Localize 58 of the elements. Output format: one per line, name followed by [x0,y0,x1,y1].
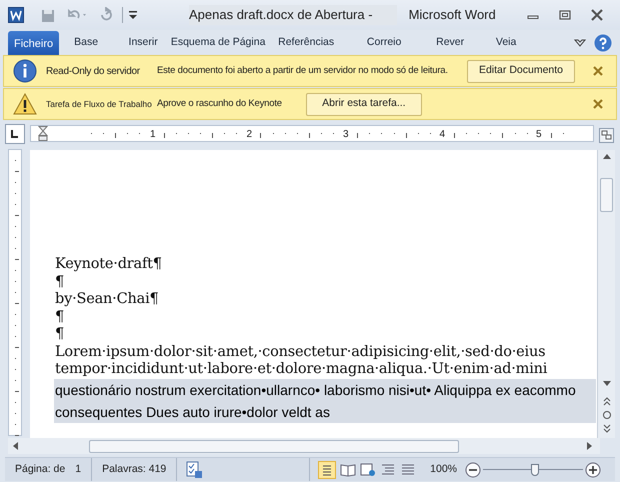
outline-view-icon[interactable] [380,462,396,476]
info-icon [13,59,37,83]
ribbon-tab[interactable]: Esquema de Página [173,31,264,55]
close-icon[interactable] [593,99,603,109]
tab-stop-icon[interactable] [5,124,25,144]
text-line: ¶ [55,274,64,291]
word-count[interactable]: Palavras: 419 [92,458,178,481]
scroll-right-icon[interactable] [586,441,594,451]
horizontal-scrollbar[interactable] [8,438,600,454]
page-number: 1 [75,462,82,477]
zoom-in-icon[interactable] [585,462,601,478]
previous-page-icon[interactable] [602,396,612,406]
window-title: Apenas draft.docx de Abertura - [189,5,397,25]
scroll-thumb[interactable] [600,178,613,212]
draft-view-icon[interactable] [400,462,416,476]
web-layout-icon[interactable] [360,462,376,476]
text-line: tempor·incididunt·ut·labore·et·dolore·magna·aliqua.·Ut·enim·ad·mini [55,361,548,378]
message-button[interactable]: Editar Documento [467,60,575,82]
warning-icon [13,93,37,115]
message-title: Read-Only do servidor [46,64,141,78]
message-title: Tarefa de Fluxo de Trabalho [46,98,153,110]
scroll-down-icon[interactable] [602,380,612,388]
text-line: ¶ [55,308,64,326]
ribbon-tab[interactable]: Rever [419,31,482,55]
slider-thumb[interactable] [531,464,539,476]
app-name: Microsoft Word [408,6,496,24]
reading-view-icon[interactable] [340,462,356,476]
zoom-slider[interactable] [483,464,583,476]
close-icon[interactable] [593,66,603,76]
zoom-level[interactable]: 100% [430,462,457,478]
text-line: Keynote·draft¶ [55,256,162,274]
scroll-thumb[interactable] [89,440,459,452]
proofing-icon[interactable] [185,460,204,478]
ribbon-tab[interactable]: Correio [349,31,420,55]
help-icon[interactable] [594,34,612,52]
indent-marker-icon[interactable] [38,126,48,141]
message-text: Aprove o rascunho do Keynote [157,96,282,111]
text-line: by·Sean·Chai¶ [55,291,159,308]
text-line: ¶ [55,326,64,344]
close-icon[interactable] [590,9,604,21]
message-button[interactable]: Abrir esta tarefa... [306,92,422,116]
ribbon-tab[interactable]: Veia [481,31,532,55]
vertical-scrollbar[interactable] [597,150,615,438]
page-label: Página: de [15,462,66,477]
customize-menu-icon[interactable] [122,7,139,23]
browse-object-icon[interactable] [602,410,612,420]
app-icon[interactable] [8,7,24,23]
next-page-icon[interactable] [602,424,612,434]
print-layout-icon[interactable] [318,460,336,478]
scroll-up-icon[interactable] [602,152,612,160]
scroll-left-icon[interactable] [11,441,19,451]
collapse-ribbon-icon[interactable] [574,38,586,48]
ribbon-tab[interactable]: Base [59,31,114,55]
text-line: Lorem·ipsum·dolor·sit·amet,·consectetur·adipisicing·elit,·sed·do·eius [55,344,546,361]
file-tab[interactable]: Ficheiro [8,31,60,55]
zoom-out-icon[interactable] [465,462,481,478]
message-text: Este documento foi aberto a partir de um servidor no modo só de leitura. [157,64,448,78]
restore-icon[interactable] [558,10,572,20]
